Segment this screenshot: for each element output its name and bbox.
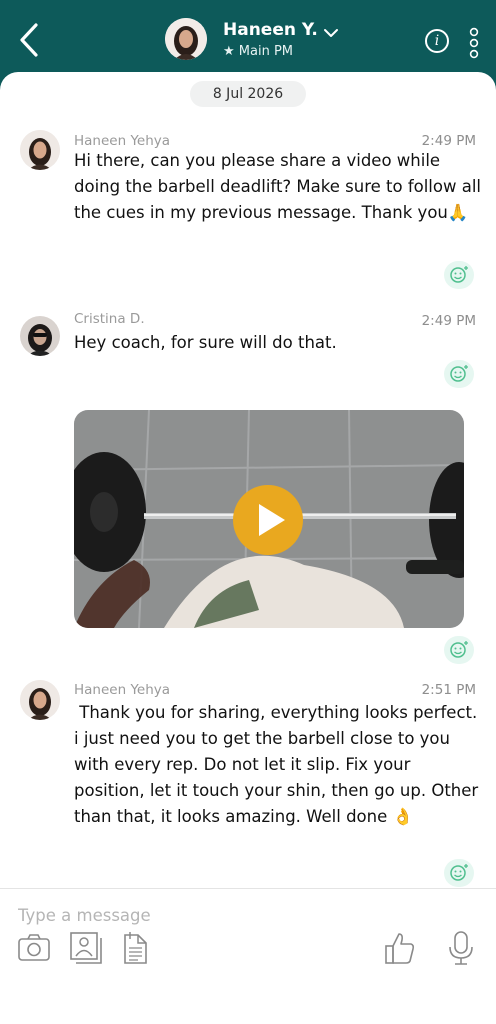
message-time: 2:49 PM [421, 133, 476, 149]
contact-card-icon[interactable] [68, 930, 102, 966]
message-input[interactable] [18, 900, 458, 930]
message-text: Hey coach, for sure will do that. [74, 333, 337, 352]
reaction-button[interactable] [444, 859, 474, 887]
message-sender: Cristina D. [74, 311, 145, 327]
message-text: Thank you for sharing, everything looks … [74, 703, 484, 826]
add-reaction-icon [450, 266, 468, 283]
add-reaction-icon [450, 365, 468, 382]
info-icon[interactable]: i [425, 29, 449, 53]
message-sender: Haneen Yehya [74, 133, 171, 149]
reaction-button[interactable] [444, 261, 474, 289]
contact-name[interactable]: Haneen Y. [223, 20, 318, 40]
contact-subtitle: ★ Main PM [223, 44, 294, 59]
more-vertical-icon[interactable] [466, 26, 482, 60]
sender-avatar[interactable] [20, 316, 60, 356]
chevron-left-icon[interactable] [14, 20, 44, 60]
message-text: Hi there, can you please share a video w… [74, 151, 487, 222]
reaction-button[interactable] [444, 636, 474, 664]
chat-area[interactable]: 8 Jul 2026 Haneen Yehya 2:49 PM Hi there… [0, 72, 496, 1024]
message-time: 2:51 PM [421, 682, 476, 698]
message-sender: Haneen Yehya [74, 682, 171, 698]
thumbs-up-icon[interactable] [383, 930, 417, 966]
chevron-down-icon[interactable] [322, 27, 340, 39]
microphone-icon[interactable] [444, 930, 478, 966]
add-reaction-icon [450, 641, 468, 658]
composer-divider [0, 888, 496, 889]
play-icon[interactable] [232, 484, 304, 556]
document-icon[interactable] [118, 930, 152, 966]
video-attachment[interactable] [74, 410, 464, 628]
contact-avatar[interactable] [165, 18, 207, 60]
date-separator: 8 Jul 2026 [190, 81, 306, 107]
sender-avatar[interactable] [20, 680, 60, 720]
camera-icon[interactable] [17, 930, 51, 966]
reaction-button[interactable] [444, 360, 474, 388]
add-reaction-icon [450, 864, 468, 881]
message-time: 2:49 PM [421, 313, 476, 329]
chat-header: Haneen Y. ★ Main PM i [0, 0, 496, 78]
sender-avatar[interactable] [20, 130, 60, 170]
